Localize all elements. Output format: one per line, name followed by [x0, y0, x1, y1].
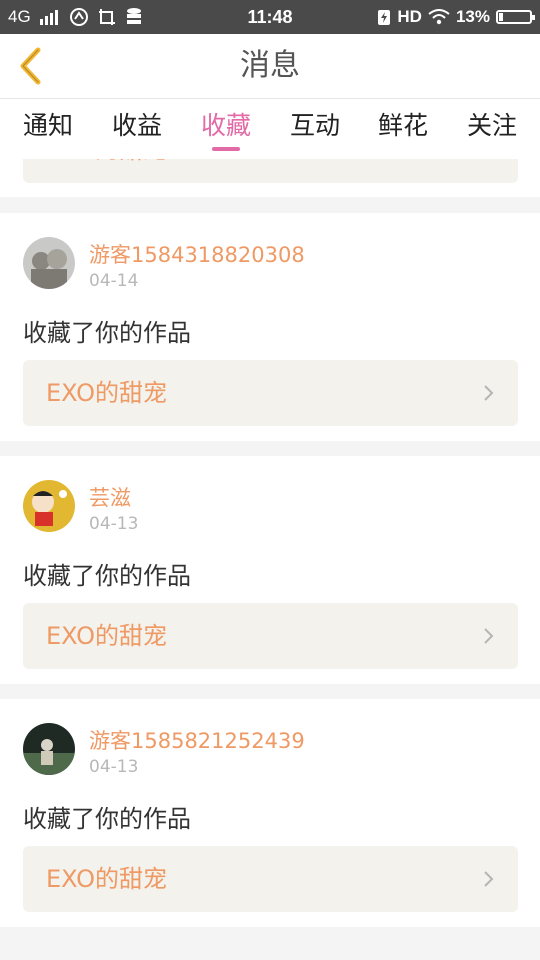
list-item: 游客1584318820308 04-14 收藏了你的作品 EXO的甜宠	[0, 213, 540, 441]
chevron-right-icon	[484, 871, 494, 887]
wifi-icon	[428, 9, 450, 25]
work-link[interactable]: EXO的甜宠	[23, 360, 518, 426]
page-title: 消息	[240, 48, 300, 83]
work-title: EXO的甜宠	[46, 865, 167, 893]
list-item: 游客1585821252439 04-13 收藏了你的作品 EXO的甜宠	[0, 699, 540, 927]
username[interactable]: 芸滋	[89, 482, 131, 512]
username[interactable]: 游客1584318820308	[89, 239, 305, 269]
work-link[interactable]: EXO的甜宠	[23, 846, 518, 912]
avatar[interactable]	[23, 237, 75, 289]
chevron-right-icon	[484, 385, 494, 401]
date: 04-14	[89, 271, 139, 291]
battery-level	[499, 13, 503, 21]
tab-bar: 通知 收益 收藏 互动 鲜花 关注	[0, 99, 540, 159]
work-title: EXO的甜宠	[46, 159, 167, 183]
avatar[interactable]	[23, 480, 75, 532]
list-item-partial: EXO的甜宠	[0, 159, 540, 197]
battery-percent: 13%	[455, 7, 490, 26]
list-item: 芸滋 04-13 收藏了你的作品 EXO的甜宠	[0, 456, 540, 684]
avatar[interactable]	[23, 723, 75, 775]
action-text: 收藏了你的作品	[23, 805, 191, 833]
chevron-right-icon	[484, 628, 494, 644]
tab-notifications[interactable]: 通知	[12, 99, 84, 159]
status-bar: 4G 11:48 HD 13%	[0, 0, 540, 34]
username[interactable]: 游客1585821252439	[89, 725, 305, 755]
action-text: 收藏了你的作品	[23, 562, 191, 590]
status-right: HD 13%	[377, 0, 535, 34]
battery-icon	[496, 10, 535, 24]
tab-interactions[interactable]: 互动	[279, 99, 351, 159]
work-title: EXO的甜宠	[46, 379, 167, 407]
hd-label: HD	[397, 7, 422, 26]
tab-flowers[interactable]: 鲜花	[367, 99, 439, 159]
tab-earnings[interactable]: 收益	[101, 99, 173, 159]
work-link[interactable]: EXO的甜宠	[23, 159, 518, 183]
work-link[interactable]: EXO的甜宠	[23, 603, 518, 669]
charging-icon	[378, 10, 391, 25]
tab-favorites[interactable]: 收藏	[190, 99, 262, 159]
tab-follows[interactable]: 关注	[456, 99, 528, 159]
date: 04-13	[89, 757, 139, 777]
date: 04-13	[89, 514, 139, 534]
action-text: 收藏了你的作品	[23, 319, 191, 347]
app-header: 消息	[0, 34, 540, 99]
work-title: EXO的甜宠	[46, 622, 167, 650]
